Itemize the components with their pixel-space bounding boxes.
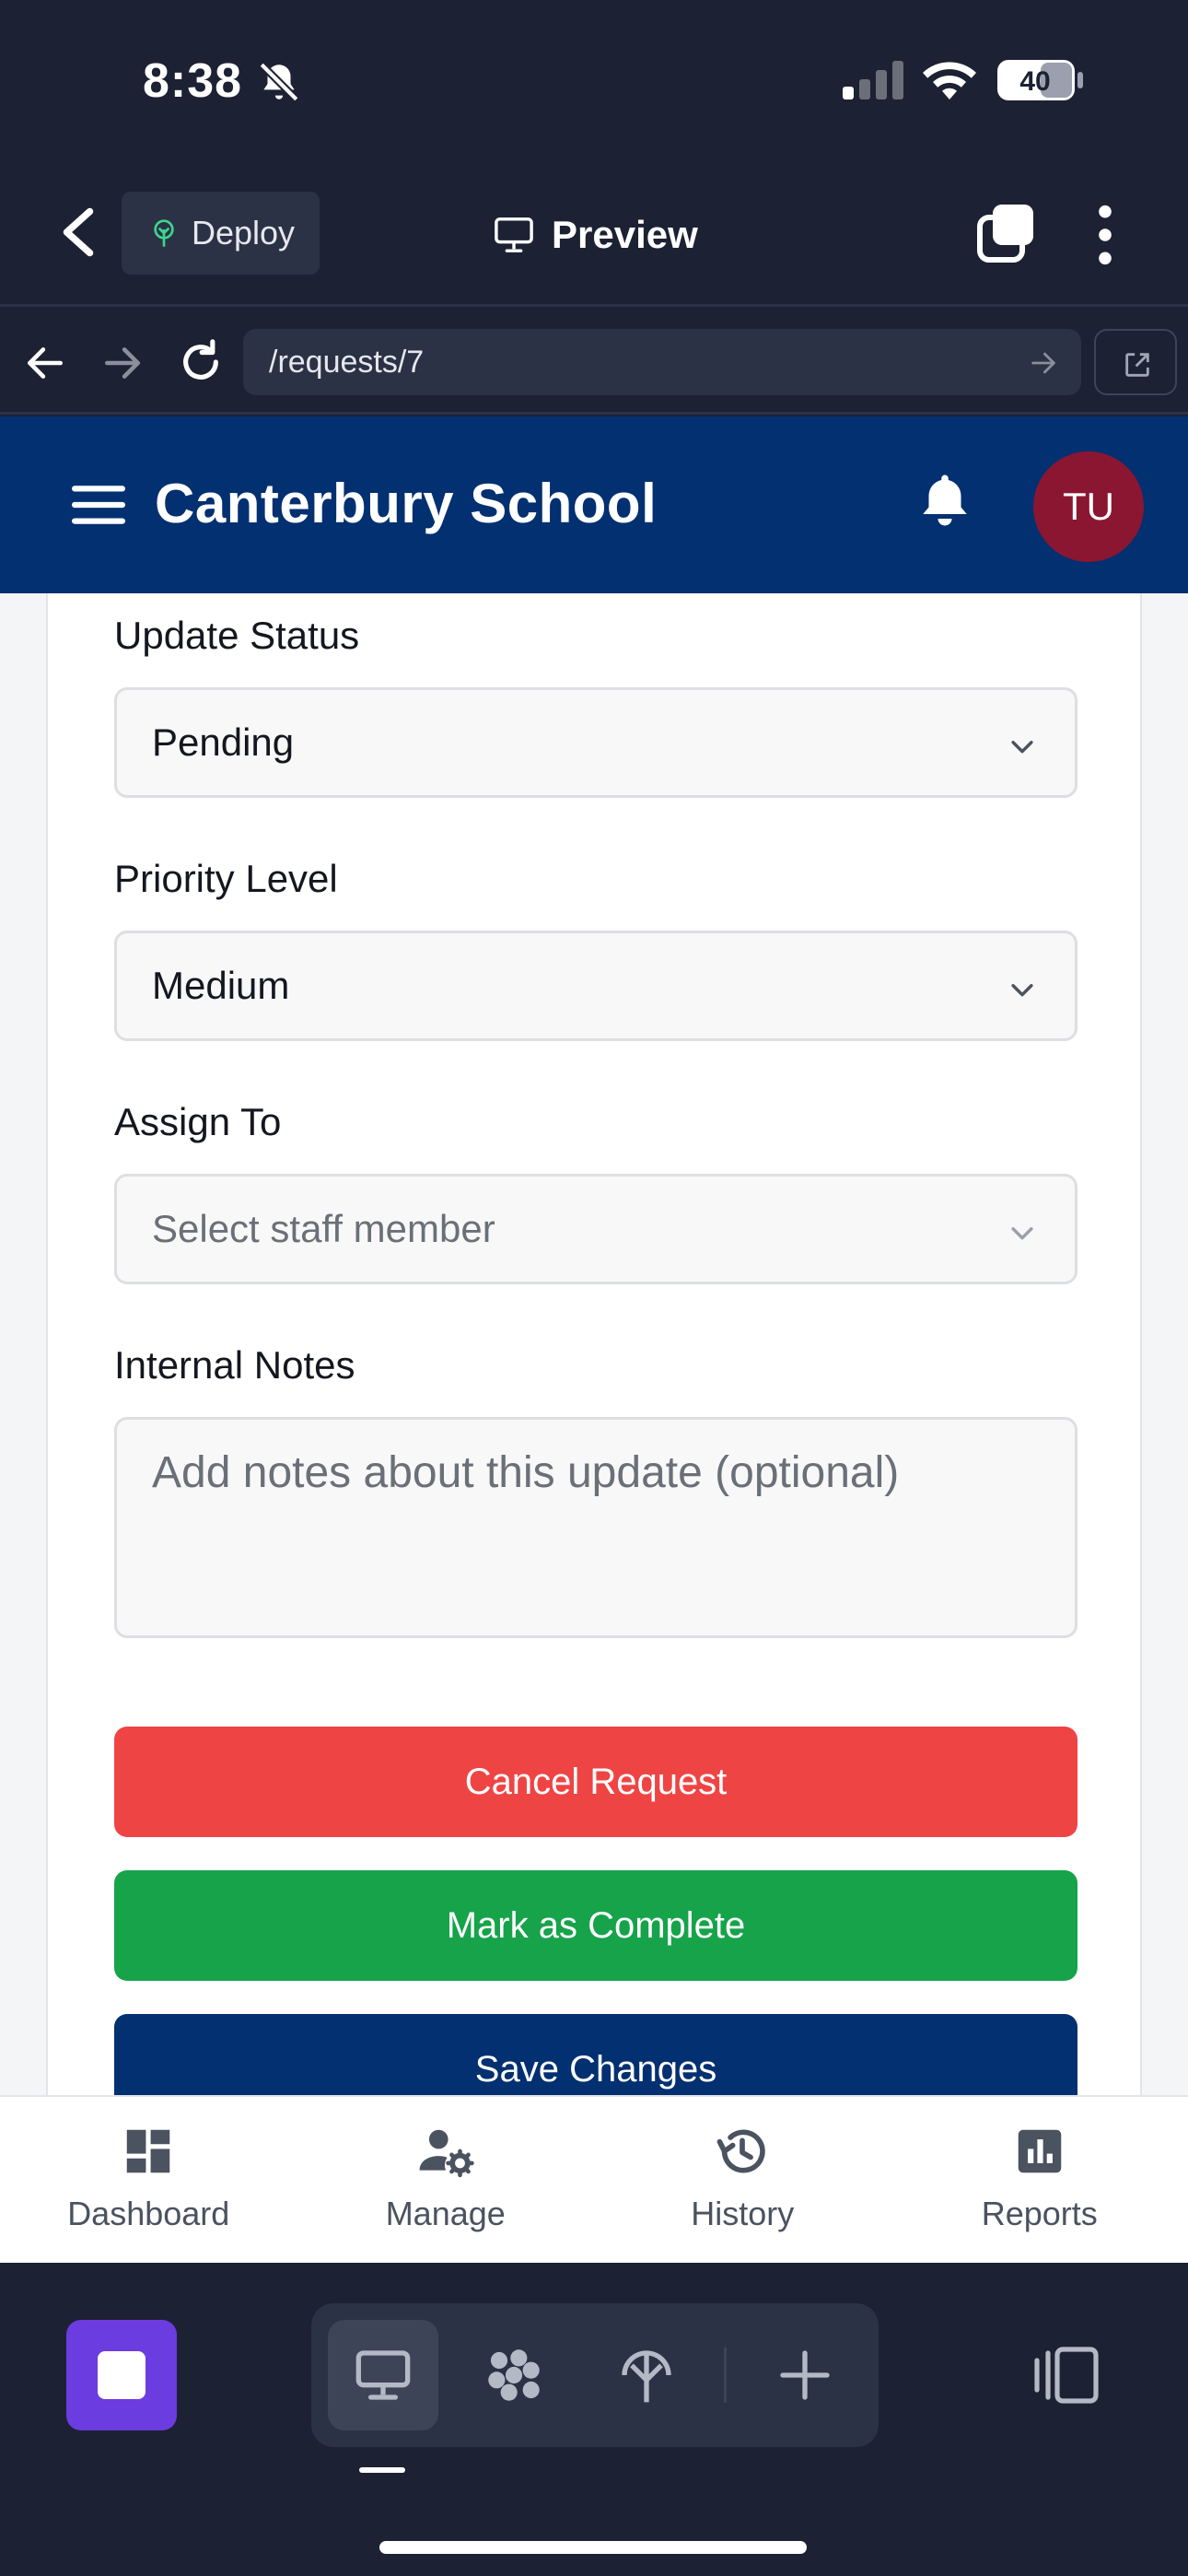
chevron-down-icon bbox=[1011, 741, 1033, 754]
assign-to-label: Assign To bbox=[114, 1100, 282, 1143]
chevron-down-icon bbox=[1011, 984, 1033, 997]
agent-icon bbox=[488, 2349, 540, 2401]
deploy-tree-icon bbox=[154, 219, 174, 247]
deploy-tree-icon bbox=[622, 2350, 671, 2403]
notification-bell-icon[interactable] bbox=[917, 470, 973, 531]
app-toolbar: Deploy Preview bbox=[0, 166, 1188, 304]
avatar[interactable]: TU bbox=[1033, 451, 1144, 562]
avatar-initials: TU bbox=[1063, 485, 1114, 528]
nav-item-history[interactable]: History bbox=[594, 2097, 891, 2265]
nav-label: Dashboard bbox=[67, 2195, 230, 2232]
nav-label: Reports bbox=[981, 2195, 1098, 2232]
internal-notes-label: Internal Notes bbox=[114, 1343, 355, 1387]
stop-button[interactable] bbox=[66, 2320, 177, 2430]
deploy-label: Deploy bbox=[192, 214, 296, 252]
dashboard-icon bbox=[127, 2129, 170, 2173]
more-vertical-icon[interactable] bbox=[1087, 203, 1124, 267]
site-title: Canterbury School bbox=[155, 473, 658, 534]
status-bar: 8:38 40 bbox=[0, 0, 1188, 166]
svg-text:40: 40 bbox=[1019, 66, 1050, 97]
home-indicator[interactable] bbox=[379, 2541, 807, 2554]
battery-icon: 40 bbox=[997, 60, 1083, 100]
go-arrow-icon[interactable] bbox=[1028, 347, 1059, 379]
monitor-icon bbox=[355, 2350, 411, 2400]
active-tool-indicator bbox=[359, 2467, 405, 2473]
assign-to-select[interactable]: Select staff member bbox=[114, 1174, 1077, 1284]
stop-icon bbox=[98, 2351, 146, 2399]
menu-icon[interactable] bbox=[72, 483, 125, 527]
preview-label: Preview bbox=[552, 213, 698, 256]
manage-users-icon bbox=[419, 2129, 474, 2178]
wifi-icon bbox=[923, 62, 976, 100]
monitor-icon bbox=[495, 217, 533, 252]
cancel-request-button[interactable]: Cancel Request bbox=[114, 1727, 1077, 1837]
priority-level-label: Priority Level bbox=[114, 857, 338, 900]
tabs-icon[interactable] bbox=[976, 203, 1037, 263]
history-icon bbox=[716, 2129, 766, 2173]
tool-add[interactable] bbox=[750, 2320, 860, 2430]
cellular-signal-icon bbox=[843, 61, 903, 100]
back-chevron-icon[interactable] bbox=[55, 205, 101, 260]
update-request-card: Update Status Pending Priority Level Med… bbox=[46, 593, 1142, 2095]
tool-switcher bbox=[311, 2303, 879, 2447]
plus-icon bbox=[780, 2350, 830, 2400]
save-changes-button[interactable]: Save Changes bbox=[114, 2014, 1077, 2095]
url-input[interactable]: /requests/7 bbox=[243, 329, 1081, 395]
internal-notes-textarea[interactable]: Add notes about this update (optional) bbox=[114, 1417, 1077, 1638]
bell-muted-icon bbox=[259, 62, 299, 102]
nav-label: History bbox=[691, 2195, 795, 2232]
update-status-value: Pending bbox=[152, 720, 295, 764]
tool-preview[interactable] bbox=[328, 2320, 438, 2430]
tool-deploy[interactable] bbox=[591, 2320, 702, 2430]
reload-icon[interactable] bbox=[175, 336, 227, 388]
tool-divider bbox=[724, 2348, 727, 2403]
assign-to-placeholder: Select staff member bbox=[152, 1207, 495, 1250]
arrow-right-icon[interactable] bbox=[99, 340, 146, 386]
bottom-navigation: Dashboard Manage History Reports bbox=[0, 2095, 1188, 2263]
nav-item-dashboard[interactable]: Dashboard bbox=[0, 2097, 297, 2265]
url-text: /requests/7 bbox=[269, 344, 425, 380]
priority-level-value: Medium bbox=[152, 964, 290, 1007]
update-status-select[interactable]: Pending bbox=[114, 687, 1077, 798]
workspace-dock bbox=[0, 2263, 1188, 2576]
tool-agent[interactable] bbox=[459, 2320, 569, 2430]
chevron-down-icon bbox=[1011, 1227, 1033, 1240]
main-content: Update Status Pending Priority Level Med… bbox=[0, 593, 1188, 2095]
nav-item-manage[interactable]: Manage bbox=[297, 2097, 595, 2265]
open-external-button[interactable] bbox=[1094, 329, 1177, 395]
priority-level-select[interactable]: Medium bbox=[114, 931, 1077, 1041]
external-link-icon bbox=[1125, 353, 1149, 377]
reports-icon bbox=[1018, 2129, 1061, 2173]
deploy-button[interactable]: Deploy bbox=[122, 192, 320, 275]
split-view-icon[interactable] bbox=[1031, 2346, 1100, 2405]
site-header: Canterbury School TU bbox=[0, 416, 1188, 593]
preview-title: Preview bbox=[493, 203, 698, 267]
update-status-label: Update Status bbox=[114, 614, 360, 657]
clock: 8:38 bbox=[143, 54, 243, 108]
mark-complete-button[interactable]: Mark as Complete bbox=[114, 1870, 1077, 1981]
internal-notes-placeholder: Add notes about this update (optional) bbox=[152, 1448, 900, 1497]
arrow-left-icon[interactable] bbox=[22, 340, 68, 386]
nav-item-reports[interactable]: Reports bbox=[891, 2097, 1188, 2265]
browser-url-bar: /requests/7 bbox=[0, 304, 1188, 415]
nav-label: Manage bbox=[385, 2195, 506, 2232]
